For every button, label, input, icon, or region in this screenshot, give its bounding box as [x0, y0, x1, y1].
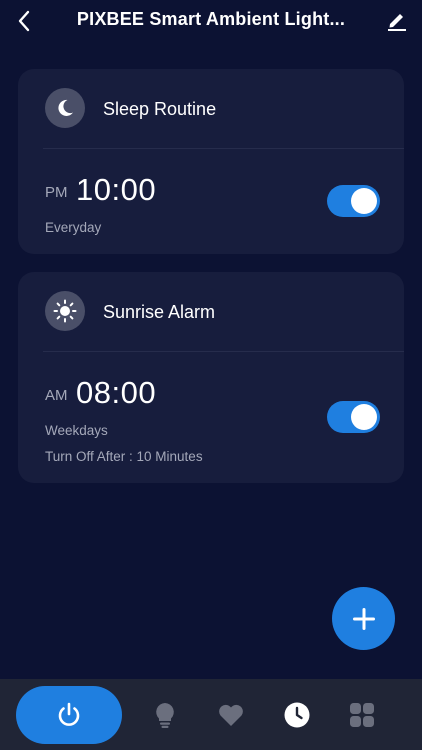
moon-icon	[58, 99, 73, 116]
nav-schedule[interactable]	[281, 699, 313, 731]
schedule-card-sleep-routine[interactable]: Sleep Routine PM 10:00 Everyday	[18, 69, 404, 254]
clock-icon	[284, 702, 310, 728]
schedule-card-sunrise-alarm[interactable]: Sunrise Alarm AM 08:00 Weekdays Turn Off…	[18, 272, 404, 483]
page-title: PIXBEE Smart Ambient Light...	[76, 9, 346, 29]
nav-more[interactable]	[346, 699, 378, 731]
turn-off-text: Turn Off After : 10 Minutes	[45, 449, 203, 464]
schedule-card-header: Sleep Routine	[18, 69, 404, 149]
power-icon	[58, 702, 80, 726]
repeat-text: Weekdays	[45, 423, 108, 438]
nav-favorites[interactable]	[215, 699, 247, 731]
divider	[43, 148, 404, 149]
schedule-time: 10:00	[76, 172, 157, 207]
schedule-toggle[interactable]	[327, 185, 380, 217]
schedule-card-header: Sunrise Alarm	[18, 272, 404, 352]
bulb-icon	[156, 703, 174, 728]
add-schedule-button[interactable]	[332, 587, 395, 650]
schedule-name: Sleep Routine	[103, 99, 217, 119]
chevron-left-icon	[18, 10, 30, 32]
grid-icon	[350, 703, 374, 727]
repeat-text: Everyday	[45, 220, 102, 235]
app-screen: PIXBEE Smart Ambient Light... Sleep Rout…	[0, 0, 422, 750]
plus-icon	[352, 607, 375, 630]
sun-icon	[53, 299, 77, 323]
bottom-nav	[0, 679, 422, 750]
divider	[43, 351, 404, 352]
schedule-time: 08:00	[76, 375, 157, 410]
schedule-name: Sunrise Alarm	[103, 302, 216, 322]
schedule-icon-badge	[45, 291, 85, 331]
pencil-icon	[388, 14, 406, 31]
schedule-icon-badge	[45, 88, 85, 128]
toggle-knob	[351, 404, 377, 430]
toggle-knob	[351, 188, 377, 214]
top-bar: PIXBEE Smart Ambient Light...	[0, 0, 422, 44]
nav-power-button[interactable]	[16, 686, 122, 744]
edit-button[interactable]	[384, 7, 410, 33]
schedule-toggle[interactable]	[327, 401, 380, 433]
time-period: AM	[45, 387, 68, 404]
time-period: PM	[45, 184, 68, 201]
nav-light[interactable]	[149, 699, 181, 731]
back-button[interactable]	[12, 8, 36, 34]
heart-icon	[219, 704, 243, 726]
